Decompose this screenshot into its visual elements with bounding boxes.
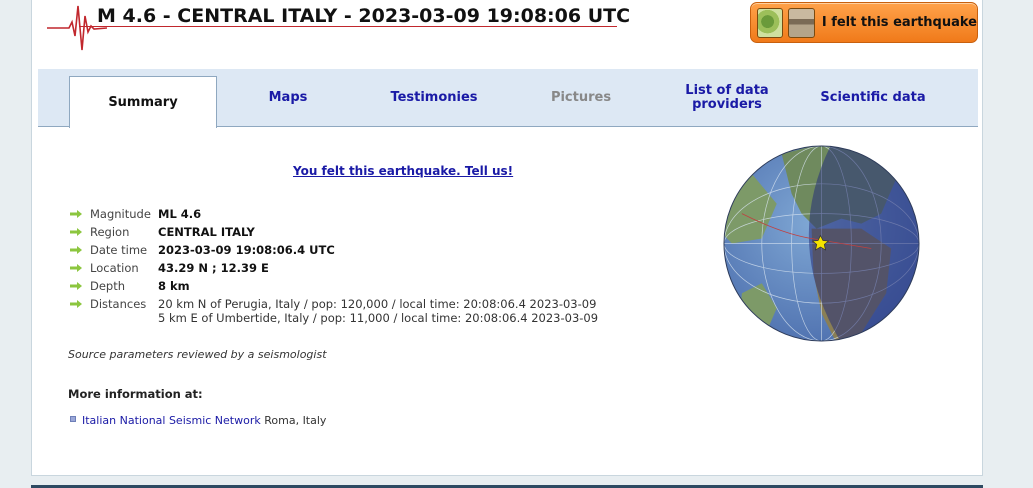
globe-map-image bbox=[723, 145, 920, 342]
param-label: Region bbox=[90, 225, 130, 239]
more-info-heading: More information at: bbox=[68, 387, 203, 401]
green-arrow-icon bbox=[70, 228, 82, 236]
param-value-region: CENTRAL ITALY bbox=[158, 225, 255, 239]
green-arrow-icon bbox=[70, 246, 82, 254]
tab-bar: Summary Maps Testimonies Pictures List o… bbox=[38, 69, 978, 128]
reviewed-note: Source parameters reviewed by a seismolo… bbox=[68, 348, 327, 361]
page-title: M 4.6 - CENTRAL ITALY - 2023-03-09 19:08… bbox=[97, 5, 631, 27]
tab-pictures: Pictures bbox=[550, 90, 612, 105]
param-value-depth: 8 km bbox=[158, 279, 190, 293]
network-link[interactable]: Italian National Seismic Network bbox=[82, 414, 261, 427]
tab-summary[interactable]: Summary bbox=[69, 76, 217, 128]
page-container: M 4.6 - CENTRAL ITALY - 2023-03-09 19:08… bbox=[31, 0, 983, 476]
param-label: Location bbox=[90, 261, 139, 275]
param-label: Magnitude bbox=[90, 207, 151, 221]
felt-button-label: I felt this earthquake bbox=[821, 15, 977, 30]
param-value-datetime: 2023-03-09 19:08:06.4 UTC bbox=[158, 243, 335, 257]
felt-map-icon bbox=[757, 7, 784, 38]
param-value-distance-1: 20 km N of Perugia, Italy / pop: 120,000… bbox=[158, 297, 597, 311]
param-label: Distances bbox=[90, 297, 147, 311]
tab-maps[interactable]: Maps bbox=[228, 69, 348, 127]
green-arrow-icon bbox=[70, 210, 82, 218]
felt-earthquake-button[interactable]: I felt this earthquake bbox=[750, 2, 978, 43]
param-label: Depth bbox=[90, 279, 126, 293]
green-arrow-icon bbox=[70, 264, 82, 272]
tell-us-link[interactable]: You felt this earthquake. Tell us! bbox=[293, 164, 513, 178]
network-city: Roma, Italy bbox=[264, 414, 327, 427]
tab-scientific-data[interactable]: Scientific data bbox=[813, 69, 933, 127]
felt-house-icon bbox=[788, 7, 815, 38]
tab-data-providers[interactable]: List of data providers bbox=[674, 69, 780, 127]
param-label: Date time bbox=[90, 243, 148, 257]
tab-testimonies[interactable]: Testimonies bbox=[378, 69, 490, 127]
network-item: Italian National Seismic Network Roma, I… bbox=[70, 414, 326, 427]
param-value-magnitude: ML 4.6 bbox=[158, 207, 202, 221]
green-arrow-icon bbox=[70, 282, 82, 290]
green-arrow-icon bbox=[70, 300, 82, 308]
param-value-location: 43.29 N ; 12.39 E bbox=[158, 261, 269, 275]
list-bullet-icon bbox=[70, 416, 76, 422]
param-value-distance-2: 5 km E of Umbertide, Italy / pop: 11,000… bbox=[158, 311, 599, 325]
